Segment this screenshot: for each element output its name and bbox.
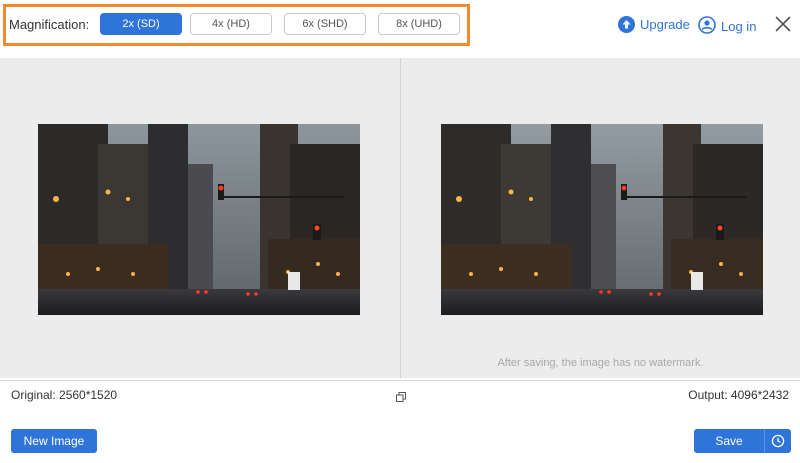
- magnification-label: Magnification:: [9, 17, 90, 32]
- copy-icon[interactable]: [396, 389, 406, 402]
- output-size: Output: 4096*2432: [688, 388, 789, 402]
- upgrade-label: Upgrade: [640, 17, 690, 32]
- magnification-option-6x[interactable]: 6x (SHD): [284, 13, 366, 35]
- user-icon: [698, 16, 716, 37]
- upgrade-link[interactable]: Upgrade: [618, 16, 690, 33]
- new-image-button[interactable]: New Image: [11, 429, 97, 453]
- save-button[interactable]: Save: [694, 429, 764, 453]
- login-label: Log in: [721, 19, 757, 34]
- magnification-option-2x[interactable]: 2x (SD): [100, 13, 182, 35]
- footer: [0, 408, 800, 463]
- watermark-note: After saving, the image has no watermark…: [497, 357, 704, 369]
- original-size: Original: 2560*1520: [11, 388, 118, 402]
- history-icon[interactable]: [764, 429, 791, 453]
- upgrade-icon: [618, 16, 635, 33]
- magnification-option-4x[interactable]: 4x (HD): [190, 13, 272, 35]
- close-icon[interactable]: [774, 15, 792, 33]
- login-link[interactable]: Log in: [698, 16, 756, 37]
- magnification-option-8x[interactable]: 8x (UHD): [378, 13, 460, 35]
- comparison-divider[interactable]: [400, 58, 401, 378]
- output-image: [441, 124, 763, 315]
- original-image: [38, 124, 360, 315]
